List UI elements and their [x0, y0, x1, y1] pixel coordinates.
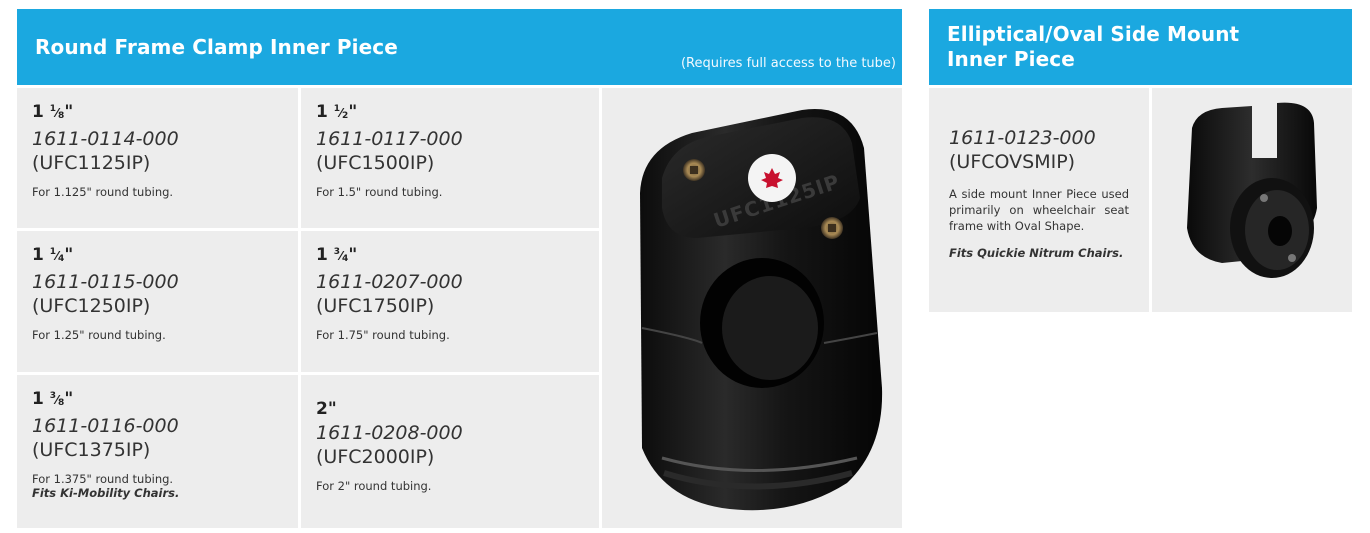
product-card-2000: 2" 1611-0208-000 (UFC2000IP) For 2" roun… [301, 375, 599, 528]
part-number: 1611-0116-000 [32, 415, 179, 437]
oval-side-mount-panel: Elliptical/Oval Side Mount Inner Piece 1… [929, 9, 1352, 312]
description: For 1.125" round tubing. [32, 185, 174, 199]
description: A side mount Inner Piece used primarily … [949, 187, 1129, 233]
panel-note: (Requires full access to the tube) [680, 56, 896, 71]
tube-size: 1 3⁄8" [32, 389, 74, 409]
tube-size: 1 1⁄8" [32, 102, 74, 122]
description: For 1.75" round tubing. [316, 328, 450, 342]
description: For 2" round tubing. [316, 479, 432, 493]
part-number: 1611-0115-000 [32, 271, 179, 293]
oval-side-mount-image [1187, 102, 1317, 278]
model-code: (UFC1500IP) [316, 152, 435, 174]
model-code: (UFC1750IP) [316, 295, 435, 317]
product-card-1375: 1 3⁄8" 1611-0116-000 (UFC1375IP) For 1.3… [17, 375, 298, 528]
tube-size: 1 1⁄4" [32, 245, 74, 265]
part-number: 1611-0114-000 [32, 128, 179, 150]
model-code: (UFC1125IP) [32, 152, 151, 174]
description: For 1.5" round tubing. [316, 185, 443, 199]
part-number: 1611-0207-000 [316, 271, 463, 293]
tube-size: 2" [316, 399, 337, 419]
panel-header: Round Frame Clamp Inner Piece (Requires … [17, 9, 902, 85]
screw-icon [1260, 194, 1268, 202]
part-number: 1611-0123-000 [949, 127, 1096, 149]
tube-size: 1 3⁄4" [316, 245, 358, 265]
panel-title: Elliptical/Oval Side Mount Inner Piece [947, 22, 1240, 71]
fits-note: Fits Quickie Nitrum Chairs. [949, 246, 1124, 260]
part-number: 1611-0208-000 [316, 422, 463, 444]
round-frame-clamp-panel: Round Frame Clamp Inner Piece (Requires … [17, 9, 902, 528]
product-card-1125: 1 1⁄8" 1611-0114-000 (UFC1125IP) For 1.1… [17, 88, 298, 228]
oval-product-card: 1611-0123-000 (UFCOVSMIP) A side mount I… [929, 88, 1149, 312]
part-number: 1611-0117-000 [316, 128, 463, 150]
clamp-image-cell: UFC1125IP [602, 88, 902, 528]
model-code: (UFC1250IP) [32, 295, 151, 317]
round-clamp-image: UFC1125IP [640, 109, 883, 511]
tube-size: 1 1⁄2" [316, 102, 358, 122]
model-code: (UFC2000IP) [316, 446, 435, 468]
oval-image-cell [1152, 88, 1352, 312]
product-card-1750: 1 3⁄4" 1611-0207-000 (UFC1750IP) For 1.7… [301, 231, 599, 372]
fits-note: Fits Ki-Mobility Chairs. [32, 486, 180, 500]
product-card-1250: 1 1⁄4" 1611-0115-000 (UFC1250IP) For 1.2… [17, 231, 298, 372]
panel-title: Round Frame Clamp Inner Piece [35, 35, 398, 59]
panel-header: Elliptical/Oval Side Mount Inner Piece [929, 9, 1352, 85]
model-code: (UFCOVSMIP) [949, 151, 1076, 173]
product-card-1500: 1 1⁄2" 1611-0117-000 (UFC1500IP) For 1.5… [301, 88, 599, 228]
model-code: (UFC1375IP) [32, 439, 151, 461]
screw-icon [1288, 254, 1296, 262]
description: For 1.375" round tubing. [32, 472, 174, 486]
description: For 1.25" round tubing. [32, 328, 166, 342]
